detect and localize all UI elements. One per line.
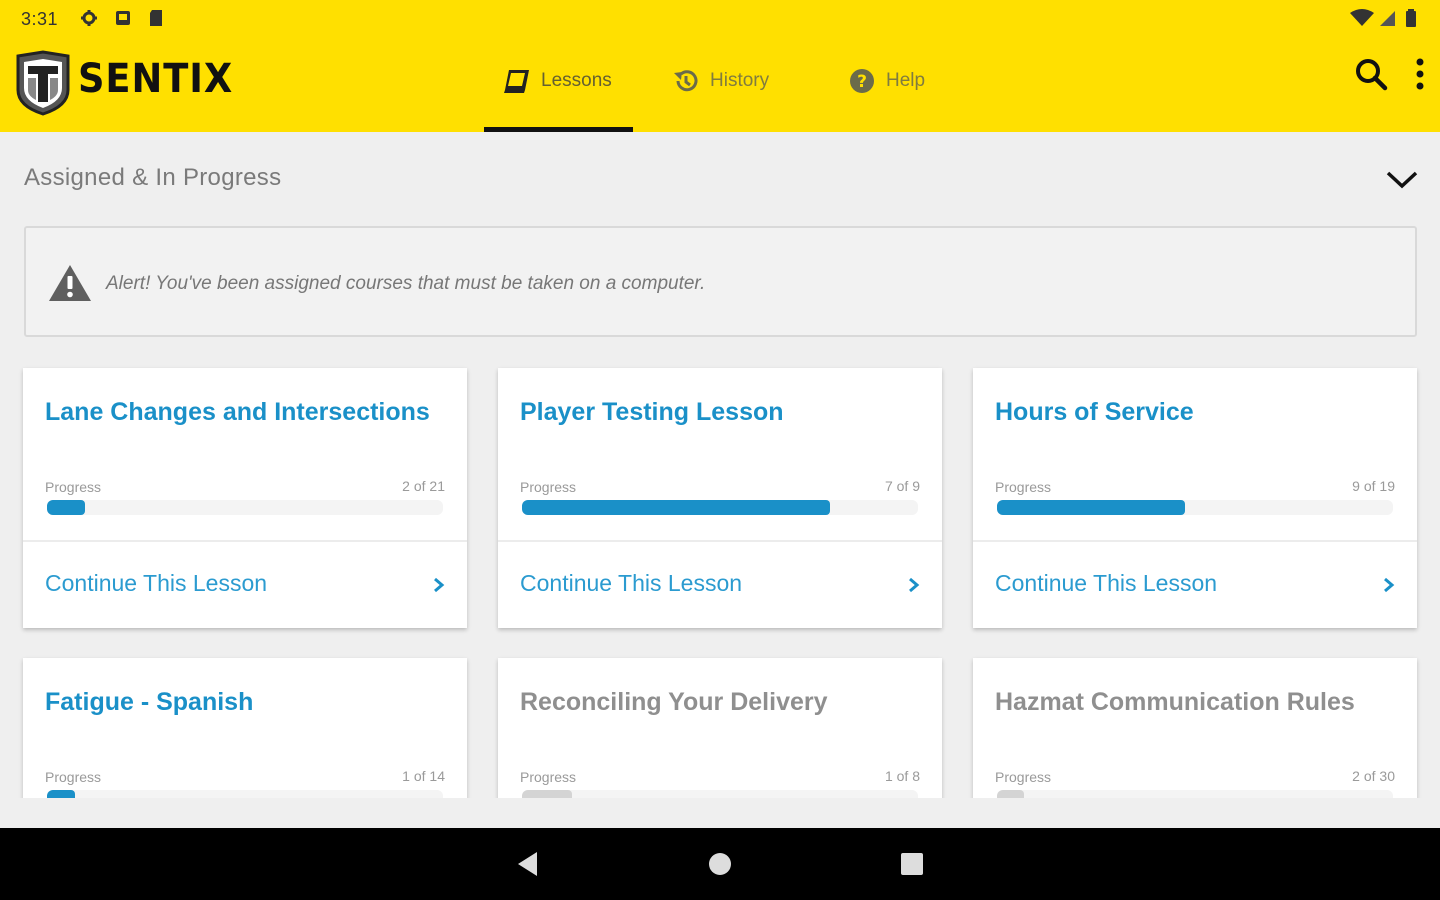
progress-count: 1 of 14 (402, 768, 445, 784)
home-circle-icon (709, 853, 731, 875)
signal-icon (1380, 11, 1395, 26)
status-bar: 3:31 (0, 0, 1440, 40)
recents-square-icon (901, 853, 923, 875)
nav-back-button[interactable] (510, 848, 546, 880)
book-icon (504, 70, 529, 93)
lesson-title[interactable]: Hours of Service (995, 398, 1194, 427)
notification-icon (116, 11, 130, 25)
chevron-right-icon (434, 577, 445, 593)
alert-banner: Alert! You've been assigned courses that… (24, 226, 1417, 337)
nav-home-button[interactable] (702, 848, 738, 880)
continue-lesson-label: Continue This Lesson (995, 570, 1218, 596)
search-icon (1356, 59, 1388, 91)
lesson-card[interactable]: Fatigue - SpanishProgress1 of 14Continue… (23, 658, 467, 798)
progress-bar (522, 790, 918, 798)
chevron-right-icon (1384, 577, 1395, 593)
progress-count: 2 of 21 (402, 478, 445, 494)
battery-icon (1406, 9, 1416, 27)
progress-bar-fill (47, 790, 76, 798)
progress-bar-fill (522, 500, 831, 515)
system-nav-bar (0, 828, 1440, 900)
lesson-title[interactable]: Lane Changes and Intersections (45, 398, 430, 427)
progress-count: 2 of 30 (1352, 768, 1395, 784)
overflow-menu-button[interactable] (1402, 56, 1438, 92)
progress-bar (997, 500, 1393, 515)
status-time: 3:31 (21, 9, 59, 29)
lesson-card[interactable]: Lane Changes and Intersections Progress 2 … (23, 368, 467, 628)
shield-logo-icon (16, 50, 70, 116)
progress-count: 1 of 8 (884, 768, 920, 784)
continue-lesson-label: Continue This Lesson (520, 570, 743, 596)
progress-bar (47, 500, 443, 515)
tab-lessons[interactable]: Lessons (503, 58, 612, 104)
tab-help-label: Help (886, 70, 926, 91)
brand-name: SENTIX (78, 56, 234, 102)
section-collapse-button[interactable] (1382, 162, 1422, 198)
section-title: Assigned & In Progress (24, 164, 282, 191)
lesson-title[interactable]: Fatigue - Spanish (45, 688, 253, 717)
tab-lessons-label: Lessons (541, 70, 612, 91)
progress-label: Progress (995, 479, 1052, 495)
tab-help[interactable]: ? Help (848, 58, 925, 104)
progress-label: Progress (995, 769, 1052, 785)
active-tab-indicator (484, 127, 633, 132)
progress-count: 7 of 9 (884, 478, 920, 494)
tab-history-label: History (710, 70, 770, 91)
progress-label: Progress (45, 479, 102, 495)
progress-bar (47, 790, 443, 798)
history-icon (674, 70, 698, 92)
settings-icon (81, 10, 97, 26)
continue-lesson-button[interactable]: Continue This Lesson (973, 542, 1417, 628)
back-triangle-icon (518, 852, 537, 876)
continue-lesson-button[interactable]: Continue This Lesson (498, 542, 942, 628)
tab-history[interactable]: History (672, 58, 769, 104)
lesson-card[interactable]: Hours of Service Progress 9 of 19 Continue … (973, 368, 1417, 628)
progress-label: Progress (45, 769, 102, 785)
progress-bar-fill (522, 790, 572, 798)
chevron-right-icon (909, 577, 920, 593)
wifi-icon (1350, 9, 1374, 26)
svg-text:?: ? (857, 72, 867, 92)
lesson-title[interactable]: Hazmat Communication Rules (995, 688, 1355, 717)
alert-message: Alert! You've been assigned courses that… (106, 273, 706, 294)
progress-count: 9 of 19 (1352, 478, 1395, 494)
warning-icon (49, 265, 91, 301)
lesson-list[interactable]: Lane Changes and Intersections Progress 2 … (0, 360, 1440, 798)
progress-bar (997, 790, 1393, 798)
more-vert-icon (1416, 58, 1424, 90)
lesson-title[interactable]: Reconciling Your Delivery (520, 688, 828, 717)
progress-bar-fill (997, 500, 1185, 515)
nav-recents-button[interactable] (894, 848, 930, 880)
progress-bar (522, 500, 918, 515)
search-button[interactable] (1353, 56, 1389, 92)
lesson-card[interactable]: Player Testing Lesson Progress 7 of 9 Conti… (498, 368, 942, 628)
lesson-card[interactable]: Reconciling Your DeliveryProgress1 of 8C… (498, 658, 942, 798)
progress-bar-fill (47, 500, 85, 515)
continue-lesson-label: Continue This Lesson (45, 570, 268, 596)
lesson-card[interactable]: Hazmat Communication Rules Progress 2 of 3… (973, 658, 1417, 798)
sd-card-icon (150, 10, 162, 26)
lesson-title[interactable]: Player Testing Lesson (520, 398, 784, 427)
list-bottom-fade (0, 798, 1440, 828)
app-bar: 3:31 SENTIX Lessons History ? Help (0, 0, 1440, 132)
progress-label: Progress (520, 479, 577, 495)
sentix-logo: SENTIX (14, 50, 232, 116)
help-icon: ? (850, 69, 874, 93)
progress-bar-fill (997, 790, 1024, 798)
progress-label: Progress (520, 769, 577, 785)
continue-lesson-button[interactable]: Continue This Lesson (23, 542, 467, 628)
chevron-down-icon (1386, 171, 1418, 189)
